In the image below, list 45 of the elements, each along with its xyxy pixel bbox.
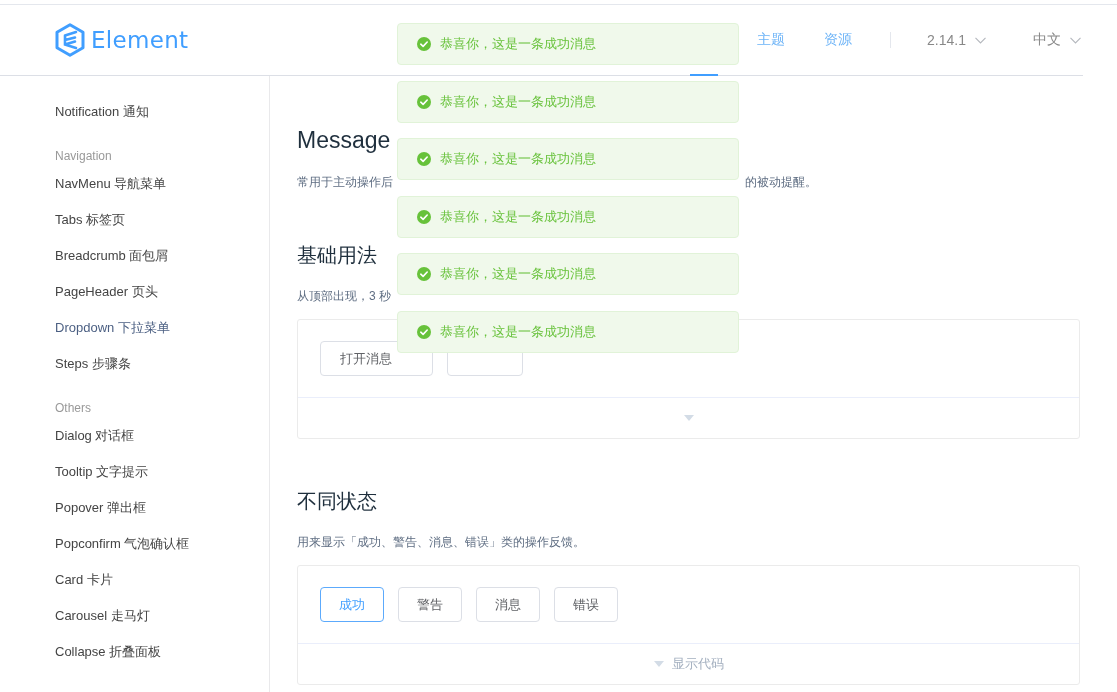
demo-button[interactable]: 警告 [398, 587, 462, 622]
sidebar-link[interactable]: Collapse 折叠面板 [55, 643, 162, 661]
demo-button[interactable]: 错误 [554, 587, 618, 622]
message-text: 恭喜你，这是一条成功消息 [440, 92, 596, 111]
section-description: 从顶部出现，3 秒 [297, 289, 391, 303]
description-text: 常用于主动操作后 [297, 175, 393, 189]
sidebar-link[interactable]: Popconfirm 气泡确认框 [55, 535, 190, 553]
hexagon-logo-icon [55, 23, 85, 57]
sidebar-link[interactable]: Tabs 标签页 [55, 211, 126, 229]
description-text: 的被动提醒。 [745, 175, 817, 189]
demo-button[interactable]: 消息 [476, 587, 540, 622]
message-text: 恭喜你，这是一条成功消息 [440, 35, 596, 53]
message-text: 恭喜你，这是一条成功消息 [440, 323, 596, 341]
sidebar-link[interactable]: Dialog 对话框 [55, 427, 135, 445]
version-dropdown[interactable]: 2.14.1 [927, 32, 986, 48]
sidebar-group-title: Navigation [55, 149, 112, 163]
check-circle-icon [417, 152, 431, 167]
section-description: 用来显示「成功、警告、消息、错误」类的操作反馈。 [297, 535, 585, 549]
sidebar-link[interactable]: Notification 通知 [55, 103, 149, 121]
language-dropdown[interactable]: 中文 [1033, 31, 1081, 49]
sidebar-link[interactable]: Steps 步骤条 [55, 355, 131, 373]
message-text: 恭喜你，这是一条成功消息 [440, 265, 596, 284]
sidebar-link[interactable]: Tooltip 文字提示 [55, 463, 149, 481]
sidebar-link[interactable]: Card 卡片 [55, 571, 113, 589]
caret-down-icon [683, 415, 694, 421]
check-circle-icon [417, 325, 431, 339]
sidebar-group-title: Others [55, 401, 91, 415]
check-circle-icon [417, 94, 431, 109]
sidebar-link[interactable]: Popover 弹出框 [55, 499, 147, 517]
check-circle-icon [417, 37, 431, 51]
sidebar-link[interactable]: Breadcrumb 面包屑 [55, 247, 169, 265]
section-heading: 不同状态 [297, 490, 377, 512]
chevron-down-icon [975, 36, 986, 44]
sidebar-link[interactable]: Carousel 走马灯 [55, 607, 150, 625]
check-circle-icon [417, 209, 431, 224]
sidebar-link[interactable]: Dropdown 下拉菜单 [55, 319, 170, 337]
message-text: 恭喜你，这是一条成功消息 [440, 150, 596, 169]
check-circle-icon [417, 267, 431, 282]
sidebar-link[interactable]: NavMenu 导航菜单 [55, 175, 167, 193]
page-title: Message [297, 127, 391, 153]
chevron-down-icon [1070, 36, 1081, 44]
section-heading: 基础用法 [297, 244, 377, 266]
sidebar-link[interactable]: PageHeader 页头 [55, 283, 158, 301]
caret-down-icon [653, 661, 664, 667]
message-text: 恭喜你，这是一条成功消息 [440, 207, 596, 226]
